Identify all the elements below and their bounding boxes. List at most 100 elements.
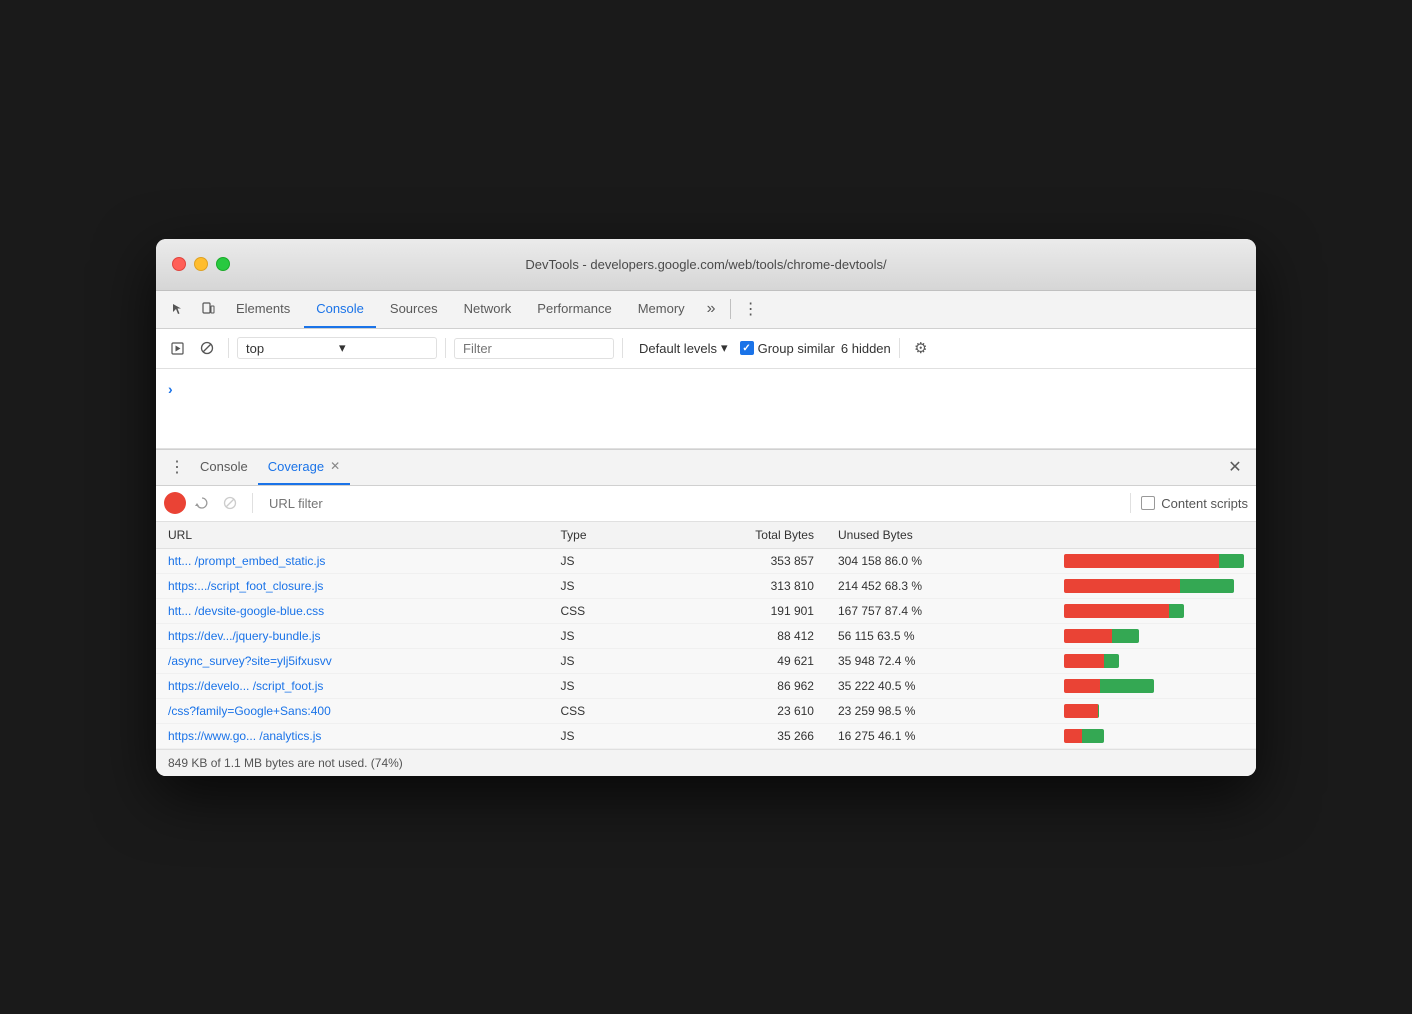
toolbar-sep-4 [899, 338, 900, 358]
drawer-tab-console[interactable]: Console [190, 449, 258, 485]
cell-unused-bytes: 167 757 87.4 % [826, 598, 1052, 623]
unused-bar-segment [1064, 654, 1104, 668]
url-filter-sep-2 [1130, 493, 1131, 513]
table-header-row: URL Type Total Bytes Unused Bytes [156, 522, 1256, 549]
levels-arrow: ▾ [721, 340, 728, 356]
table-row[interactable]: htt... /prompt_embed_static.jsJS353 8573… [156, 548, 1256, 573]
cell-total-bytes: 35 266 [653, 723, 826, 748]
cell-type: JS [549, 548, 654, 573]
play-button[interactable] [164, 335, 190, 361]
used-bar-segment [1098, 704, 1099, 718]
cell-total-bytes: 313 810 [653, 573, 826, 598]
coverage-toolbar: Content scripts [156, 486, 1256, 522]
block-icon [200, 341, 214, 355]
cell-type: CSS [549, 698, 654, 723]
url-filter-input[interactable] [263, 494, 1120, 513]
minimize-button[interactable] [194, 257, 208, 271]
used-bar-segment [1112, 629, 1139, 643]
cell-url: htt... /devsite-google-blue.css [156, 598, 549, 623]
drawer-tab-bar: ⋮ Console Coverage ✕ ✕ [156, 450, 1256, 486]
cell-unused-bytes: 304 158 86.0 % [826, 548, 1052, 573]
cell-type: JS [549, 573, 654, 598]
reload-icon [195, 496, 209, 510]
toolbar-sep-2 [445, 338, 446, 358]
traffic-lights [172, 257, 230, 271]
used-bar-segment [1104, 654, 1119, 668]
drawer-more-button[interactable]: ⋮ [164, 454, 190, 480]
group-similar-label: Group similar [758, 341, 835, 356]
play-icon [171, 342, 184, 355]
table-row[interactable]: https://dev.../jquery-bundle.jsJS88 4125… [156, 623, 1256, 648]
coverage-table-container: URL Type Total Bytes Unused Bytes htt...… [156, 522, 1256, 749]
table-row[interactable]: https://develo... /script_foot.jsJS86 96… [156, 673, 1256, 698]
cell-url: https://www.go... /analytics.js [156, 723, 549, 748]
coverage-tab-close[interactable]: ✕ [330, 459, 340, 473]
drawer-tab-coverage[interactable]: Coverage ✕ [258, 449, 350, 485]
clear-button[interactable] [194, 335, 220, 361]
levels-button[interactable]: Default levels ▾ [631, 338, 736, 358]
cell-unused-bytes: 35 948 72.4 % [826, 648, 1052, 673]
usage-bar [1064, 629, 1139, 643]
tab-performance[interactable]: Performance [525, 290, 623, 328]
context-value: top [246, 341, 335, 356]
console-prompt[interactable]: › [164, 377, 177, 401]
close-button[interactable] [172, 257, 186, 271]
cell-unused-bytes: 23 259 98.5 % [826, 698, 1052, 723]
devtools-tab-bar: Elements Console Sources Network Perform… [156, 291, 1256, 329]
usage-bar [1064, 729, 1104, 743]
cell-unused-bytes: 214 452 68.3 % [826, 573, 1052, 598]
status-bar: 849 KB of 1.1 MB bytes are not used. (74… [156, 749, 1256, 776]
context-selector[interactable]: top ▾ [237, 337, 437, 359]
used-bar-segment [1219, 554, 1244, 568]
usage-bar [1064, 604, 1184, 618]
tab-console[interactable]: Console [304, 290, 376, 328]
console-toolbar: top ▾ Default levels ▾ Group similar 6 h… [156, 329, 1256, 369]
filter-input[interactable] [454, 338, 614, 359]
cell-bar [1052, 623, 1256, 648]
cell-bar [1052, 648, 1256, 673]
drawer-close-button[interactable]: ✕ [1222, 454, 1248, 480]
more-tabs-button[interactable]: » [699, 290, 724, 328]
unused-bar-segment [1064, 729, 1082, 743]
cell-url: /css?family=Google+Sans:400 [156, 698, 549, 723]
tab-network[interactable]: Network [452, 290, 524, 328]
unused-bar-segment [1064, 604, 1169, 618]
reload-button[interactable] [190, 491, 214, 515]
status-text: 849 KB of 1.1 MB bytes are not used. (74… [168, 756, 403, 770]
group-similar-checkbox[interactable] [740, 341, 754, 355]
cell-url: https://dev.../jquery-bundle.js [156, 623, 549, 648]
tab-separator [730, 299, 731, 319]
table-row[interactable]: /css?family=Google+Sans:400CSS23 61023 2… [156, 698, 1256, 723]
maximize-button[interactable] [216, 257, 230, 271]
tab-memory[interactable]: Memory [626, 290, 697, 328]
device-icon [201, 302, 215, 316]
table-row[interactable]: https://www.go... /analytics.jsJS35 2661… [156, 723, 1256, 748]
cell-total-bytes: 49 621 [653, 648, 826, 673]
tab-sources[interactable]: Sources [378, 290, 450, 328]
cell-total-bytes: 353 857 [653, 548, 826, 573]
settings-button[interactable]: ⚙ [908, 335, 934, 361]
unused-bar-segment [1064, 579, 1180, 593]
content-scripts-checkbox[interactable] [1141, 496, 1155, 510]
device-toolbar-button[interactable] [194, 295, 222, 323]
tab-elements[interactable]: Elements [224, 290, 302, 328]
cell-unused-bytes: 35 222 40.5 % [826, 673, 1052, 698]
cursor-icon [171, 302, 185, 316]
used-bar-segment [1169, 604, 1184, 618]
table-row[interactable]: https:.../script_foot_closure.jsJS313 81… [156, 573, 1256, 598]
cell-url: /async_survey?site=ylj5ifxusvv [156, 648, 549, 673]
titlebar: DevTools - developers.google.com/web/too… [156, 239, 1256, 291]
inspect-element-button[interactable] [164, 295, 192, 323]
col-total-bytes: Total Bytes [653, 522, 826, 549]
devtools-menu-button[interactable]: ⋮ [737, 295, 765, 323]
table-row[interactable]: htt... /devsite-google-blue.cssCSS191 90… [156, 598, 1256, 623]
content-scripts-area: Content scripts [1141, 496, 1248, 511]
table-row[interactable]: /async_survey?site=ylj5ifxusvvJS49 62135… [156, 648, 1256, 673]
cell-bar [1052, 573, 1256, 598]
col-bar [1052, 522, 1256, 549]
cell-unused-bytes: 56 115 63.5 % [826, 623, 1052, 648]
clear-coverage-button[interactable] [218, 491, 242, 515]
used-bar-segment [1180, 579, 1234, 593]
record-button[interactable] [164, 492, 186, 514]
unused-bar-segment [1064, 554, 1219, 568]
